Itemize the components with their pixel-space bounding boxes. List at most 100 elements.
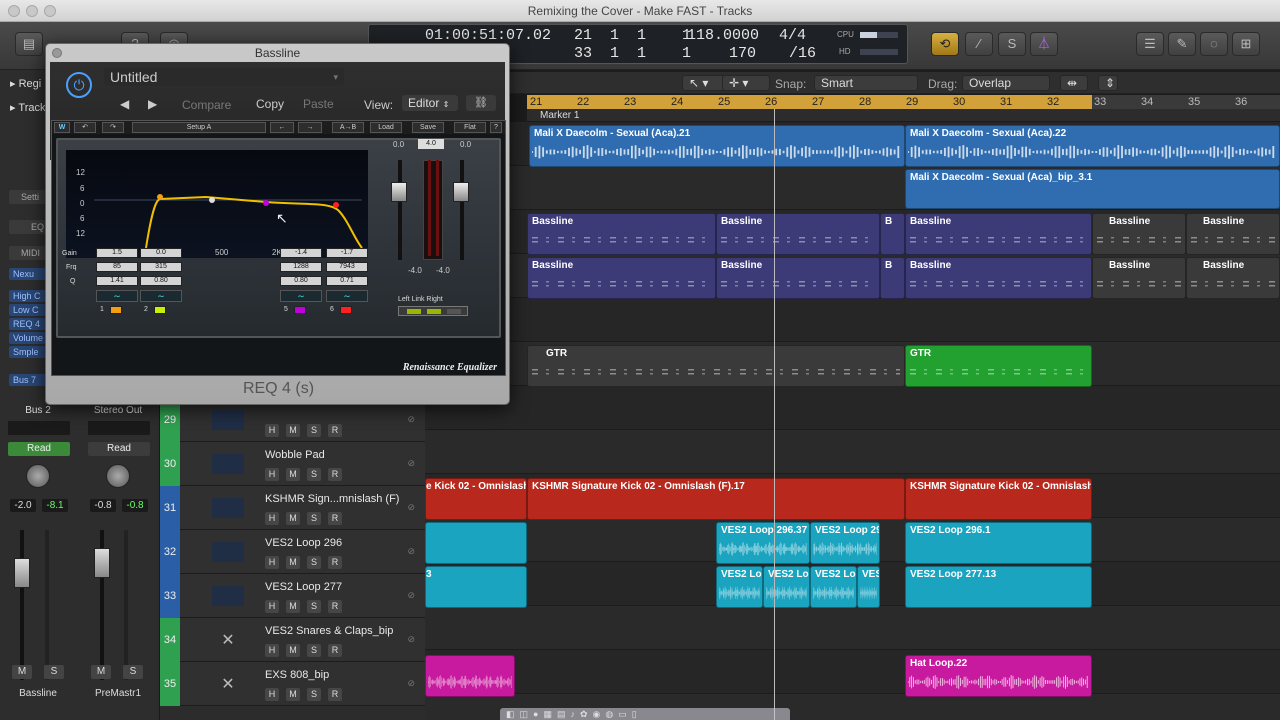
- hide-button[interactable]: H: [265, 424, 279, 437]
- pan-knob[interactable]: [26, 464, 50, 488]
- audio-region[interactable]: e Kick 02 - Omnislash: [425, 478, 527, 520]
- record-button[interactable]: R: [328, 512, 342, 525]
- logic-dock-icon[interactable]: ◍: [605, 709, 613, 720]
- music-dock-icon[interactable]: ♪: [571, 709, 576, 720]
- preset-menu[interactable]: Untitled ▾: [104, 68, 344, 86]
- strip-name[interactable]: PreMastr1: [80, 688, 156, 699]
- band-1-shape-icon[interactable]: ∼: [96, 290, 138, 302]
- audio-region[interactable]: VES2 Loop 277.13: [905, 566, 1092, 608]
- audio-region[interactable]: Mali X Daecolm - Sexual (Aca).21: [529, 125, 905, 167]
- waveform-icon[interactable]: [212, 542, 244, 562]
- drum-icon[interactable]: ✕: [212, 630, 244, 650]
- send-slot-bus7[interactable]: Bus 7: [9, 374, 49, 386]
- previous-setup-icon[interactable]: ←: [270, 122, 294, 133]
- band-5-shape-icon[interactable]: ∼: [280, 290, 322, 302]
- link-icon[interactable]: ⛓: [466, 95, 496, 111]
- track-on-off-icon[interactable]: ⊘: [407, 502, 415, 513]
- pan-knob[interactable]: [106, 464, 130, 488]
- band-2-frq[interactable]: 315: [140, 262, 182, 272]
- midi-region[interactable]: GTR: [905, 345, 1092, 387]
- waveform-zoom-icon[interactable]: ⇹: [1060, 75, 1088, 91]
- midi-region[interactable]: Bassline: [1186, 257, 1280, 299]
- browser-icon[interactable]: ⊞: [1232, 32, 1260, 56]
- secondary-tool[interactable]: ✛ ▾: [722, 75, 770, 91]
- band-6-toggle[interactable]: [340, 306, 352, 314]
- hide-button[interactable]: H: [265, 468, 279, 481]
- record-button[interactable]: R: [328, 688, 342, 701]
- track-on-off-icon[interactable]: ⊘: [407, 678, 415, 689]
- mute-button[interactable]: M: [286, 424, 300, 437]
- solo-button[interactable]: S: [307, 688, 321, 701]
- drag-select[interactable]: Overlap: [962, 75, 1050, 91]
- audio-region[interactable]: KSHMR Signature Kick 02 - Omnislash: [905, 478, 1092, 520]
- audio-region[interactable]: 3: [425, 566, 527, 608]
- audio-region[interactable]: Mali X Daecolm - Sexual (Aca).22: [905, 125, 1280, 167]
- track-on-off-icon[interactable]: ⊘: [407, 634, 415, 645]
- track-lane[interactable]: [425, 430, 1280, 474]
- notepad-icon[interactable]: ✎: [1168, 32, 1196, 56]
- band-5-frq[interactable]: 1288: [280, 262, 322, 272]
- band-2-toggle[interactable]: [154, 306, 166, 314]
- drum-icon[interactable]: ✕: [212, 674, 244, 694]
- plugin-slot-low-cut[interactable]: Low C: [9, 304, 49, 316]
- solo-button[interactable]: S: [123, 665, 143, 679]
- mute-button[interactable]: M: [286, 512, 300, 525]
- band-6-frq[interactable]: 7943: [326, 262, 368, 272]
- band-1-gain[interactable]: 1.5: [96, 248, 138, 258]
- record-button[interactable]: R: [328, 424, 342, 437]
- cycle-icon[interactable]: ⟲: [931, 32, 959, 56]
- waveform-icon[interactable]: [212, 498, 244, 518]
- compare-button[interactable]: Compare: [182, 98, 231, 112]
- vertical-zoom-icon[interactable]: ⇕: [1098, 75, 1118, 91]
- close-plugin-icon[interactable]: [52, 48, 62, 58]
- library-icon[interactable]: ▤: [15, 32, 43, 56]
- skype-dock-icon[interactable]: ●: [533, 709, 538, 720]
- band-1-frq[interactable]: 85: [96, 262, 138, 272]
- next-preset-icon[interactable]: ▶: [148, 97, 157, 111]
- track-on-off-icon[interactable]: ⊘: [407, 458, 415, 469]
- audio-region[interactable]: VES2 Loop 296.1: [905, 522, 1092, 564]
- setting-button[interactable]: Setti: [9, 190, 49, 204]
- record-button[interactable]: R: [328, 556, 342, 569]
- snap-select[interactable]: Smart: [814, 75, 918, 91]
- previous-preset-icon[interactable]: ◀: [120, 97, 129, 111]
- copy-button[interactable]: Copy: [256, 97, 284, 111]
- midi-region[interactable]: B: [880, 213, 905, 255]
- notes-dock-icon[interactable]: ▤: [557, 709, 566, 720]
- save-button[interactable]: Save: [412, 122, 444, 133]
- track-lane[interactable]: [425, 606, 1280, 650]
- track-on-off-icon[interactable]: ⊘: [407, 590, 415, 601]
- mute-button[interactable]: M: [286, 688, 300, 701]
- midi-region[interactable]: GTR: [527, 345, 905, 387]
- finder-dock-icon[interactable]: ◧: [506, 709, 515, 720]
- solo-button[interactable]: S: [307, 556, 321, 569]
- record-button[interactable]: R: [328, 468, 342, 481]
- track-lane[interactable]: [425, 298, 1280, 342]
- instrument-icon[interactable]: [212, 410, 244, 430]
- autopunch-icon[interactable]: ⁄: [965, 32, 993, 56]
- eq-graph[interactable]: ↖: [66, 150, 368, 258]
- midi-region[interactable]: Bassline: [1092, 257, 1186, 299]
- midi-region[interactable]: Bassline: [527, 257, 716, 299]
- metronome-icon[interactable]: ⏃: [1030, 32, 1058, 56]
- inspector-track-header[interactable]: ▸ Track: [10, 101, 45, 114]
- paste-button[interactable]: Paste: [303, 97, 334, 111]
- midi-fx-slot[interactable]: MIDI: [9, 246, 49, 260]
- strip-name[interactable]: Bassline: [0, 688, 76, 699]
- track-name[interactable]: VES2 Loop 277: [265, 581, 342, 593]
- eq-display[interactable]: EQ: [9, 220, 49, 234]
- midi-region[interactable]: Bassline: [716, 257, 880, 299]
- solo-button[interactable]: S: [307, 644, 321, 657]
- waveform-icon[interactable]: [212, 586, 244, 606]
- audio-region[interactable]: VES2 Loop 296.37: [716, 522, 810, 564]
- list-editors-icon[interactable]: ☰: [1136, 32, 1164, 56]
- band-5-toggle[interactable]: [294, 306, 306, 314]
- solo-button[interactable]: S: [307, 512, 321, 525]
- setup-button[interactable]: Setup A: [132, 122, 266, 133]
- inspector-region-header[interactable]: ▸ Regi: [10, 77, 41, 90]
- flat-button[interactable]: Flat: [454, 122, 486, 133]
- marker-label[interactable]: Marker 1: [540, 110, 579, 121]
- track-header[interactable]: 33 VES2 Loop 277 H M S R ⊘: [160, 574, 425, 618]
- band-1-toggle[interactable]: [110, 306, 122, 314]
- track-name[interactable]: VES2 Loop 296: [265, 537, 342, 549]
